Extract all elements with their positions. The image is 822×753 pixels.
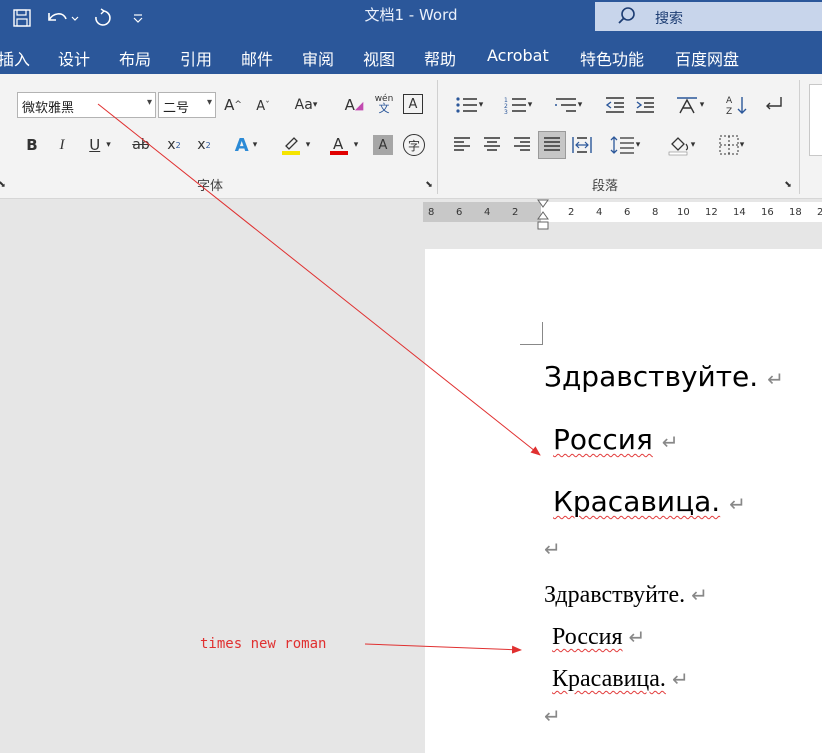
annotation-arrow [97,103,541,456]
annotation-overlay [97,103,541,654]
annotation-arrow [364,643,522,654]
